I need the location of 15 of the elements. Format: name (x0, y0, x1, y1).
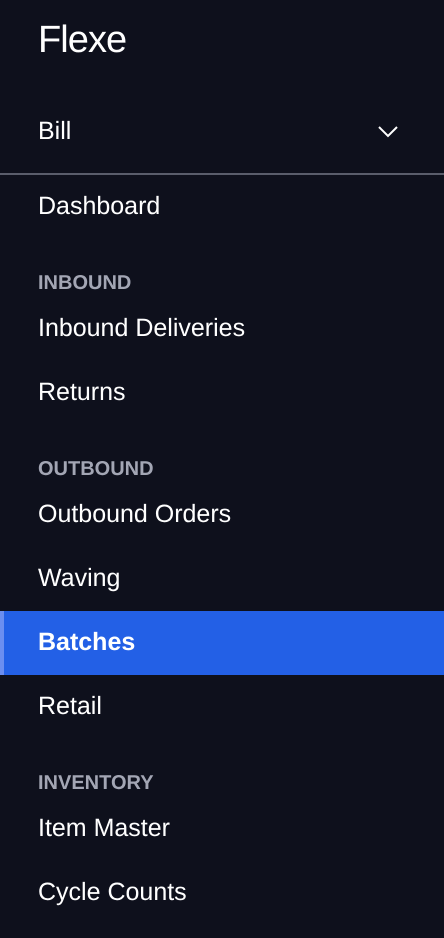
caret-icon (378, 126, 398, 138)
nav-item[interactable]: Item Master (0, 797, 444, 861)
logo: Flexe (38, 19, 126, 61)
nav-item[interactable]: Inbound Deliveries (0, 297, 444, 361)
nav-item[interactable]: Cycle Counts (0, 861, 444, 925)
nav-item[interactable]: Returns (0, 361, 444, 425)
section-header: INVENTORY (37, 771, 155, 796)
nav-item[interactable]: Waving (0, 547, 444, 611)
nav-item[interactable]: Outbound Orders (0, 483, 444, 547)
account-dropdown[interactable]: Bill (0, 90, 444, 175)
section-header: OUTBOUND (37, 457, 155, 482)
nav-item[interactable]: Retail (0, 675, 444, 739)
nav-item[interactable]: Batches (0, 611, 444, 675)
section-header: INBOUND (37, 271, 132, 296)
nav-item[interactable]: Dashboard (0, 175, 444, 239)
